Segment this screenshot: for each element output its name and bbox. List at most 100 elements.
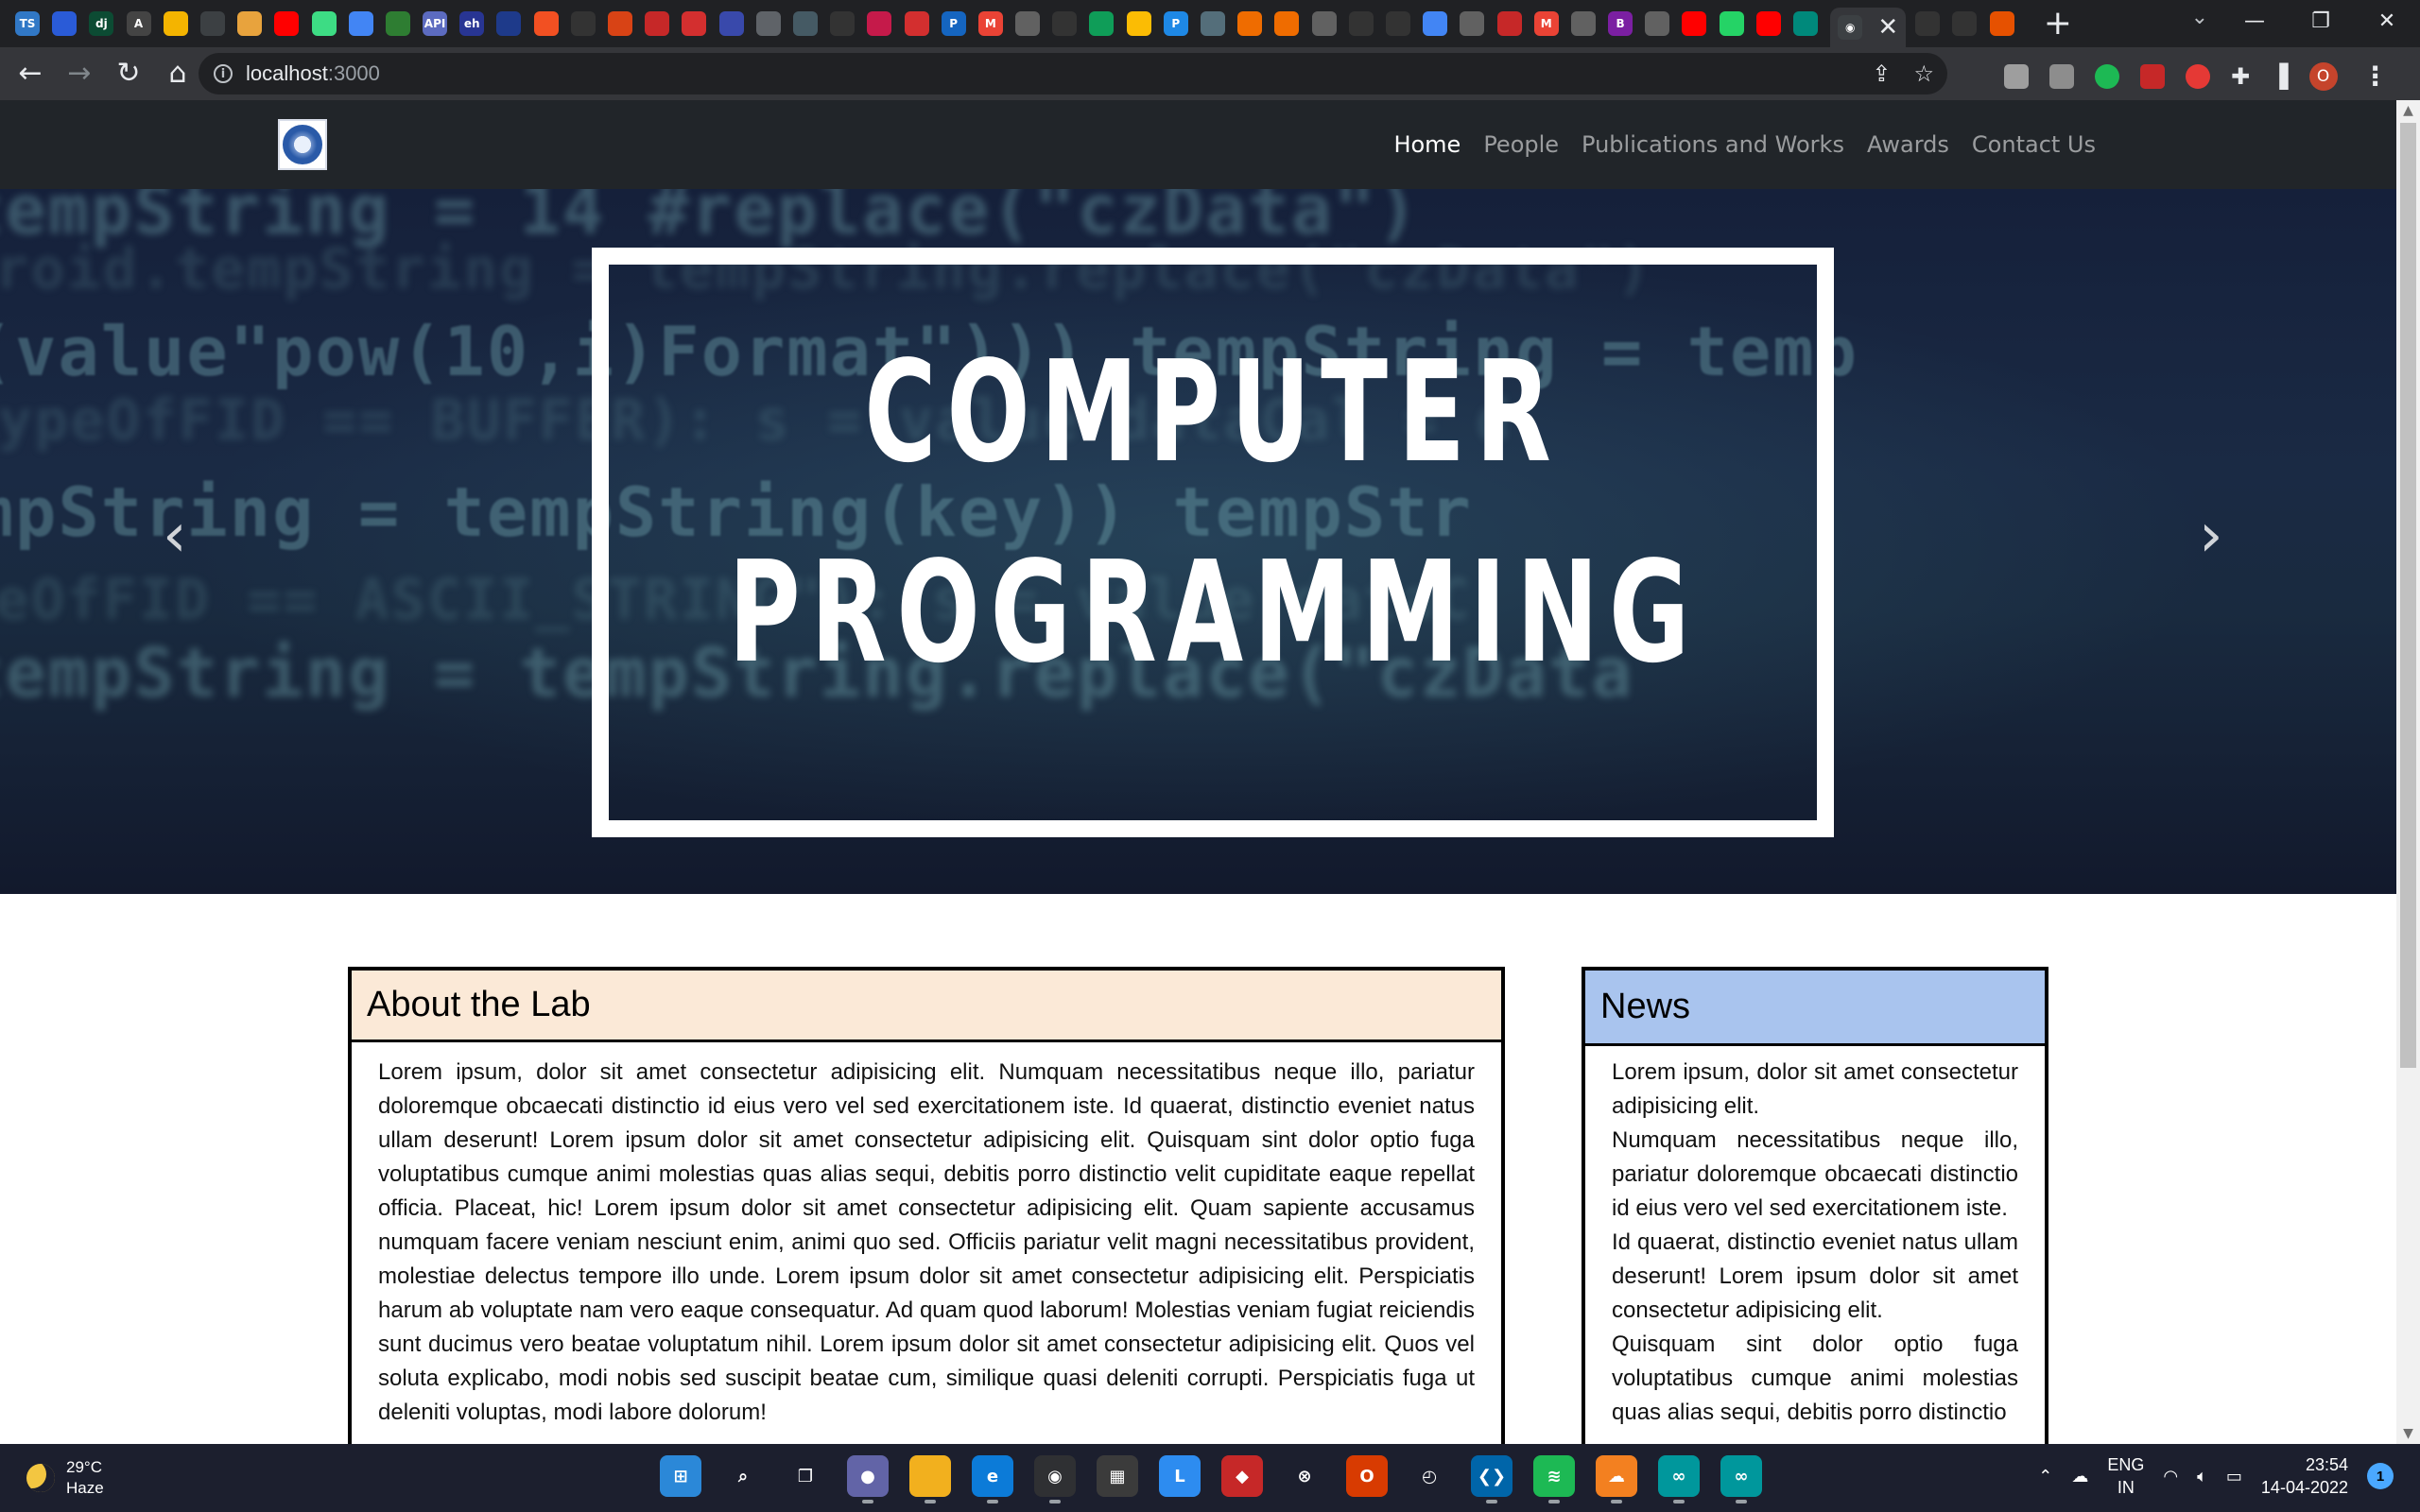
wifi-icon[interactable]: ◠: [2163, 1467, 2178, 1486]
nav-link-awards[interactable]: Awards: [1856, 131, 1961, 158]
puzzle-icon[interactable]: ✚: [2231, 63, 2250, 90]
share-icon[interactable]: ⇪: [1872, 60, 1891, 87]
extension-icon[interactable]: [2095, 63, 2119, 89]
office-icon[interactable]: O: [1346, 1455, 1388, 1497]
antivirus-icon[interactable]: ◆: [1221, 1455, 1263, 1497]
language-indicator[interactable]: ENG IN: [2107, 1453, 2144, 1499]
carousel-next-icon[interactable]: ›: [2199, 501, 2223, 571]
youtube-icon[interactable]: [274, 11, 300, 36]
pdf-icon[interactable]: [682, 11, 707, 36]
github-icon[interactable]: [570, 11, 596, 36]
speedometer-icon[interactable]: ◴: [1409, 1455, 1450, 1497]
tab-favicon-icon[interactable]: [199, 11, 225, 36]
tab-favicon-icon[interactable]: [645, 11, 670, 36]
reload-button[interactable]: ↻: [104, 47, 153, 100]
tab-favicon-icon[interactable]: [608, 11, 632, 36]
tab-favicon-icon[interactable]: eh: [459, 11, 485, 36]
stack-icon[interactable]: [1989, 11, 2014, 36]
android-icon[interactable]: [311, 11, 337, 36]
github-icon[interactable]: [1385, 11, 1410, 36]
tab-favicon-icon[interactable]: [496, 11, 522, 36]
tab-favicon-icon[interactable]: [718, 11, 744, 36]
tab-favicon-icon[interactable]: [1793, 11, 1818, 36]
tab-favicon-icon[interactable]: [1274, 11, 1300, 36]
menu-icon[interactable]: ⋮: [2362, 60, 2389, 92]
pdf-icon[interactable]: [904, 11, 929, 36]
raspberry-icon[interactable]: [867, 11, 892, 36]
extension-icon[interactable]: [2140, 63, 2165, 89]
tab-favicon-icon[interactable]: A: [126, 11, 151, 36]
minimize-button[interactable]: —: [2221, 0, 2288, 43]
gear-icon[interactable]: [755, 11, 781, 36]
scroll-thumb[interactable]: [2400, 123, 2416, 1068]
tab-favicon-icon[interactable]: API: [423, 11, 448, 36]
task-view-icon[interactable]: ❐: [785, 1455, 826, 1497]
battery-icon[interactable]: ▭: [2226, 1467, 2242, 1486]
tab-favicon-icon[interactable]: [348, 11, 373, 36]
nav-link-home[interactable]: Home: [1382, 131, 1472, 158]
volume-icon[interactable]: 🔈︎: [2197, 1467, 2207, 1486]
tab-favicon-icon[interactable]: [792, 11, 818, 36]
l-app-icon[interactable]: L: [1159, 1455, 1201, 1497]
search-icon[interactable]: ⌕: [722, 1455, 764, 1497]
spotify-icon[interactable]: ≋: [1533, 1455, 1575, 1503]
cloud-app-icon[interactable]: ☁: [1596, 1455, 1637, 1503]
active-tab[interactable]: ◉ ✕: [1830, 8, 1907, 47]
scroll-down-icon[interactable]: ▼: [2396, 1423, 2420, 1444]
tab-favicon-icon[interactable]: P: [941, 11, 966, 36]
side-panel-icon[interactable]: ▐: [2271, 63, 2288, 90]
carousel-prev-icon[interactable]: ‹: [163, 501, 187, 571]
tab-favicon-icon[interactable]: [52, 11, 78, 36]
nav-link-people[interactable]: People: [1472, 131, 1570, 158]
store-icon[interactable]: ▦: [1097, 1455, 1138, 1497]
github-icon[interactable]: [1952, 11, 1978, 36]
edge-icon[interactable]: e: [972, 1455, 1013, 1503]
tab-favicon-icon[interactable]: P: [1163, 11, 1188, 36]
drive-icon[interactable]: [1126, 11, 1151, 36]
youtube-icon[interactable]: [1682, 11, 1707, 36]
lab-logo[interactable]: [278, 119, 327, 170]
gmail-icon[interactable]: M: [977, 11, 1003, 36]
tab-favicon-icon[interactable]: [237, 11, 263, 36]
tab-favicon-icon[interactable]: [163, 11, 188, 36]
tab-favicon-icon[interactable]: [1496, 11, 1522, 36]
home-button[interactable]: ⌂: [153, 47, 202, 100]
tab-favicon-icon[interactable]: [1015, 11, 1041, 36]
chevron-up-icon[interactable]: ⌃: [2038, 1467, 2052, 1486]
scroll-up-icon[interactable]: ▲: [2396, 100, 2420, 121]
weather-widget[interactable]: 29°C Haze: [26, 1457, 104, 1499]
github-icon[interactable]: [1348, 11, 1374, 36]
extension-icon[interactable]: [2186, 63, 2210, 89]
arduino-ide-icon[interactable]: ∞: [1720, 1455, 1762, 1503]
close-window-button[interactable]: ✕: [2354, 0, 2420, 43]
nav-link-contact-us[interactable]: Contact Us: [1961, 131, 2107, 158]
tab-favicon-icon[interactable]: [1645, 11, 1670, 36]
drive-icon[interactable]: [1089, 11, 1115, 36]
ts-icon[interactable]: TS: [15, 11, 40, 36]
tab-favicon-icon[interactable]: [1460, 11, 1485, 36]
windows-start-icon[interactable]: ⊞: [660, 1455, 701, 1497]
tab-favicon-icon[interactable]: [1201, 11, 1225, 36]
teams-chat-icon[interactable]: ●: [847, 1455, 889, 1503]
github-icon[interactable]: [1052, 11, 1078, 36]
tab-favicon-icon[interactable]: [1237, 11, 1263, 36]
clock[interactable]: 23:54 14-04-2022: [2261, 1453, 2348, 1499]
github-icon[interactable]: [830, 11, 856, 36]
youtube-icon[interactable]: [1755, 11, 1781, 36]
nav-link-publications-and-works[interactable]: Publications and Works: [1570, 131, 1856, 158]
file-explorer-icon[interactable]: [909, 1455, 951, 1503]
tab-favicon-icon[interactable]: [1570, 11, 1596, 36]
bookmark-star-icon[interactable]: ☆: [1913, 60, 1934, 87]
tab-favicon-icon[interactable]: [385, 11, 410, 36]
extension-icon[interactable]: [2049, 63, 2074, 89]
address-bar[interactable]: i localhost:3000 ⇪ ☆: [199, 53, 1947, 94]
page-scrollbar[interactable]: ▲ ▼: [2396, 100, 2420, 1444]
github-icon[interactable]: [1915, 11, 1941, 36]
whatsapp-icon[interactable]: [1719, 11, 1744, 36]
chrome-icon[interactable]: ◉: [1034, 1455, 1076, 1503]
back-button[interactable]: ←: [6, 47, 55, 100]
xbox-icon[interactable]: ⊗: [1284, 1455, 1325, 1497]
notification-badge[interactable]: 1: [2367, 1463, 2394, 1489]
restore-button[interactable]: ❐: [2288, 0, 2354, 43]
site-info-icon[interactable]: i: [214, 64, 233, 83]
